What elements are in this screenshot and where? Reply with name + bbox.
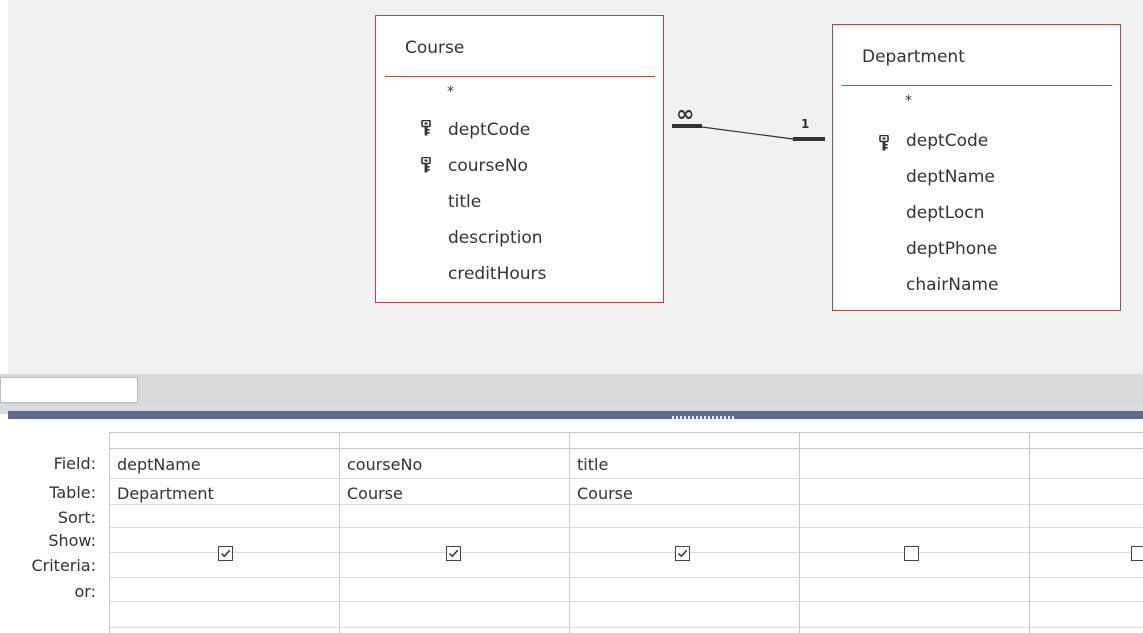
horizontal-scrollbar-thumb[interactable] xyxy=(0,377,138,403)
grid-row-line xyxy=(109,601,1143,602)
row-label-or: or: xyxy=(74,582,96,601)
grid-row-line xyxy=(109,478,1143,479)
relationship-line[interactable] xyxy=(0,0,1143,374)
grid-row-line xyxy=(109,527,1143,528)
grid-header-bottom xyxy=(109,448,1143,449)
grid-cell-table[interactable]: Course xyxy=(347,484,403,503)
show-checkbox[interactable] xyxy=(1131,546,1143,561)
grid-column-line xyxy=(799,432,800,633)
relationship-pane: Course * deptCode courseNo title descrip… xyxy=(0,0,1143,374)
relationship-one-symbol: 1 xyxy=(801,117,810,131)
grid-cell-field[interactable]: title xyxy=(577,455,608,474)
pane-splitter[interactable] xyxy=(8,411,1143,419)
row-label-table: Table: xyxy=(49,483,96,502)
grid-column-line xyxy=(1029,432,1030,633)
grid-column-line xyxy=(339,432,340,633)
show-checkbox[interactable] xyxy=(218,546,233,561)
grid-row-line xyxy=(109,627,1143,628)
show-checkbox[interactable] xyxy=(675,546,690,561)
horizontal-scroll-strip xyxy=(0,374,1143,406)
row-label-criteria: Criteria: xyxy=(31,556,96,575)
grid-cell-table[interactable]: Department xyxy=(117,484,214,503)
grid-cell-table[interactable]: Course xyxy=(577,484,633,503)
grid-header-top xyxy=(109,432,1143,433)
grid-row-line xyxy=(109,552,1143,553)
show-checkbox[interactable] xyxy=(446,546,461,561)
relationship-many-symbol: ∞ xyxy=(676,102,695,127)
grid-cell-field[interactable]: courseNo xyxy=(347,455,422,474)
grid-row-line xyxy=(109,577,1143,578)
grid-cell-field[interactable]: deptName xyxy=(117,455,201,474)
query-design-grid: Field: Table: Sort: Show: Criteria: or: … xyxy=(0,419,1143,633)
row-label-field: Field: xyxy=(53,454,96,473)
show-checkbox[interactable] xyxy=(904,546,919,561)
grid-column-line xyxy=(569,432,570,633)
grid-row-line xyxy=(109,504,1143,505)
row-label-sort: Sort: xyxy=(57,508,96,527)
row-label-show: Show: xyxy=(48,531,96,550)
grid-column-line xyxy=(109,432,110,633)
